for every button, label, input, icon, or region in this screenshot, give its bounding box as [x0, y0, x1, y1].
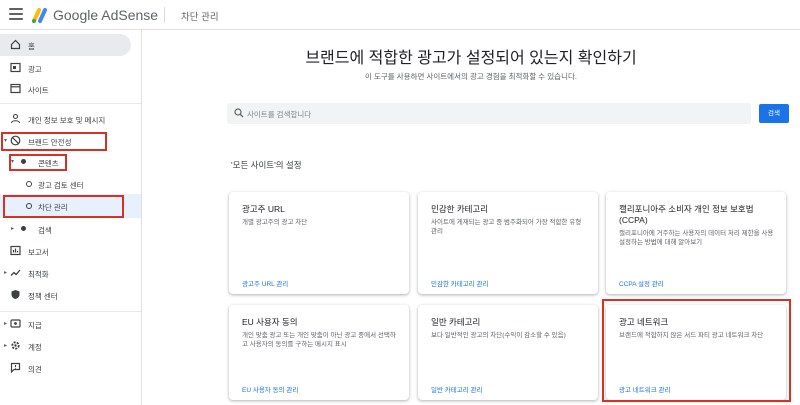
card-link-ad-networks[interactable]: 광고 네트워크 관리 [619, 384, 670, 394]
card-description: 보다 일반적인 광고의 차단(수익이 감소할 수 있음) [431, 332, 566, 339]
main-menu-button[interactable] [9, 8, 23, 22]
blocking-controls-icon [26, 203, 32, 209]
card-title: 캘리포니아주 소비자 개인 정보 보호법(CCPA) [619, 204, 754, 225]
card-eu-consent: EU 사용자 동의 개인 맞춤 광고 또는 개인 맞춤이 아닌 광고 중에서 선… [229, 305, 409, 400]
ad-review-icon [26, 181, 32, 187]
card-title: EU 사용자 동의 [242, 317, 298, 327]
card-link-sensitive-categories[interactable]: 민감한 카테고리 관리 [431, 278, 488, 288]
sidebar-item-ad-review[interactable]: 광고 검토 센터 [0, 173, 141, 195]
account-icon [10, 340, 21, 351]
expand-arrow-icon: ▸ [11, 226, 15, 232]
sidebar-item-label: 홈 [28, 42, 35, 51]
feedback-icon [10, 362, 21, 373]
sidebar-divider [0, 103, 141, 104]
sidebar-item-home[interactable]: 홈 [0, 34, 131, 56]
sidebar-item-privacy-messaging[interactable]: 개인 정보 보호 및 메시지 [0, 108, 141, 130]
sidebar-item-brand-safety[interactable]: ▾ 브랜드 안전성 [0, 130, 141, 152]
sidebar-item-label: 계정 [28, 343, 42, 352]
payments-icon [10, 318, 21, 329]
sidebar-item-label: 광고 [28, 65, 42, 74]
card-description: 캘리포니아에 거주하는 사용자의 데이터 처리 제한을 사용 설정하는 방법에 … [619, 230, 774, 246]
sidebar-item-sites[interactable]: 사이트 [0, 78, 141, 100]
page-title: 차단 관리 [181, 12, 219, 23]
sidebar-item-label: 사이트 [28, 86, 49, 95]
card-link-eu-consent[interactable]: EU 사용자 동의 관리 [242, 384, 298, 394]
privacy-messaging-icon [10, 113, 21, 124]
sidebar-item-label: 콘텐츠 [38, 159, 59, 168]
sidebar-item-policy-center[interactable]: 정책 센터 [0, 284, 141, 306]
card-description: 사이트에 게재되는 광고 중 범주화되어 가장 적합한 유형 관리 [431, 219, 582, 235]
card-description: 브랜드에 적합하지 않은 서드 파티 광고 네트워크 차단 [619, 332, 764, 339]
card-description: 개별 광고주의 광고 차단 [242, 219, 308, 226]
card-ad-networks: 광고 네트워크 브랜드에 적합하지 않은 서드 파티 광고 네트워크 차단 광고… [606, 305, 786, 400]
card-description: 개인 맞춤 광고 또는 개인 맞춤이 아닌 광고 중에서 선택하고 사용자의 동… [242, 332, 396, 348]
hero-title: 브랜드에 적합한 광고가 설정되어 있는지 확인하기 [305, 50, 637, 67]
sidebar-item-optimization[interactable]: ▸ 최적화 [0, 262, 141, 284]
main-content: 브랜드에 적합한 광고가 설정되어 있는지 확인하기 이 도구를 사용하면 사이… [142, 30, 800, 405]
card-title: 일반 카테고리 [431, 317, 481, 327]
card-title: 민감한 카테고리 [431, 204, 489, 214]
reports-icon [10, 245, 21, 256]
sidebar-item-label: 지급 [28, 321, 42, 330]
sidebar-item-label: 개인 정보 보호 및 메시지 [28, 116, 106, 125]
sidebar-item-content[interactable]: ▾ 콘텐츠 [0, 151, 141, 173]
sidebar-divider [0, 311, 141, 312]
card-link-advertiser-url[interactable]: 광고주 URL 관리 [242, 278, 288, 288]
collapse-arrow-icon: ▾ [4, 138, 8, 144]
expand-arrow-icon: ▸ [4, 343, 8, 349]
collapse-arrow-icon: ▾ [11, 159, 15, 165]
search-placeholder: 사이트를 검색합니다 [247, 110, 312, 119]
sites-icon [10, 83, 21, 94]
sidebar-item-ads[interactable]: 광고 [0, 57, 141, 79]
top-app-bar: Google AdSense 차단 관리 [0, 0, 800, 30]
card-advertiser-url: 광고주 URL 개별 광고주의 광고 차단 광고주 URL 관리 [229, 192, 409, 294]
sidebar-item-label: 차단 관리 [38, 203, 68, 212]
sidebar-item-label: 광고 검토 센터 [38, 181, 84, 190]
card-title: 광고주 URL [242, 204, 285, 214]
brand-safety-icon [10, 135, 21, 146]
sidebar-nav: 홈 광고 사이트 개인 정보 보호 및 메시지 ▾ 브랜드 안전성 ▾ 콘텐츠 … [0, 30, 142, 405]
sidebar-item-search[interactable]: ▸ 검색 [0, 218, 141, 240]
search-icon [234, 108, 244, 118]
hero-subtitle: 이 도구를 사용하면 사이트에서의 광고 경험을 최적화할 수 있습니다. [365, 72, 577, 81]
policy-center-icon [10, 289, 21, 300]
sidebar-item-account[interactable]: ▸ 계정 [0, 335, 141, 357]
card-ccpa: 캘리포니아주 소비자 개인 정보 보호법(CCPA) 캘리포니아에 거주하는 사… [606, 192, 786, 294]
sidebar-item-payments[interactable]: ▸ 지급 [0, 313, 141, 335]
expand-arrow-icon: ▸ [4, 270, 8, 276]
sidebar-item-label: 브랜드 안전성 [28, 138, 72, 147]
site-search-field[interactable]: 사이트를 검색합니다 [227, 103, 751, 124]
ads-icon [10, 62, 21, 73]
sidebar-item-feedback[interactable]: 의견 [0, 357, 141, 379]
sidebar-item-blocking-controls[interactable]: 차단 관리 [0, 194, 141, 218]
sidebar-item-label: 정책 센터 [28, 292, 58, 301]
card-link-general-categories[interactable]: 일반 카테고리 관리 [431, 384, 482, 394]
expand-arrow-icon: ▸ [4, 321, 8, 327]
sidebar-item-label: 의견 [28, 365, 42, 374]
content-icon [21, 159, 26, 164]
product-name[interactable]: Google AdSense [53, 7, 158, 23]
section-title: '모든 사이트'의 설정 [231, 160, 302, 170]
header-divider [164, 7, 165, 23]
optimization-icon [10, 267, 21, 278]
search-button[interactable]: 검색 [759, 104, 789, 123]
search-nav-icon [21, 226, 26, 231]
card-sensitive-categories: 민감한 카테고리 사이트에 게재되는 광고 중 범주화되어 가장 적합한 유형 … [418, 192, 598, 294]
sidebar-item-label: 검색 [38, 226, 52, 235]
card-link-ccpa[interactable]: CCPA 설정 관리 [619, 278, 664, 288]
sidebar-item-label: 보고서 [28, 248, 49, 257]
sidebar-item-label: 최적화 [28, 270, 49, 279]
adsense-logo-icon [31, 6, 49, 24]
card-title: 광고 네트워크 [619, 317, 669, 327]
card-general-categories: 일반 카테고리 보다 일반적인 광고의 차단(수익이 감소할 수 있음) 일반 … [418, 305, 598, 400]
sidebar-item-reports[interactable]: 보고서 [0, 240, 141, 262]
home-icon [10, 39, 21, 50]
